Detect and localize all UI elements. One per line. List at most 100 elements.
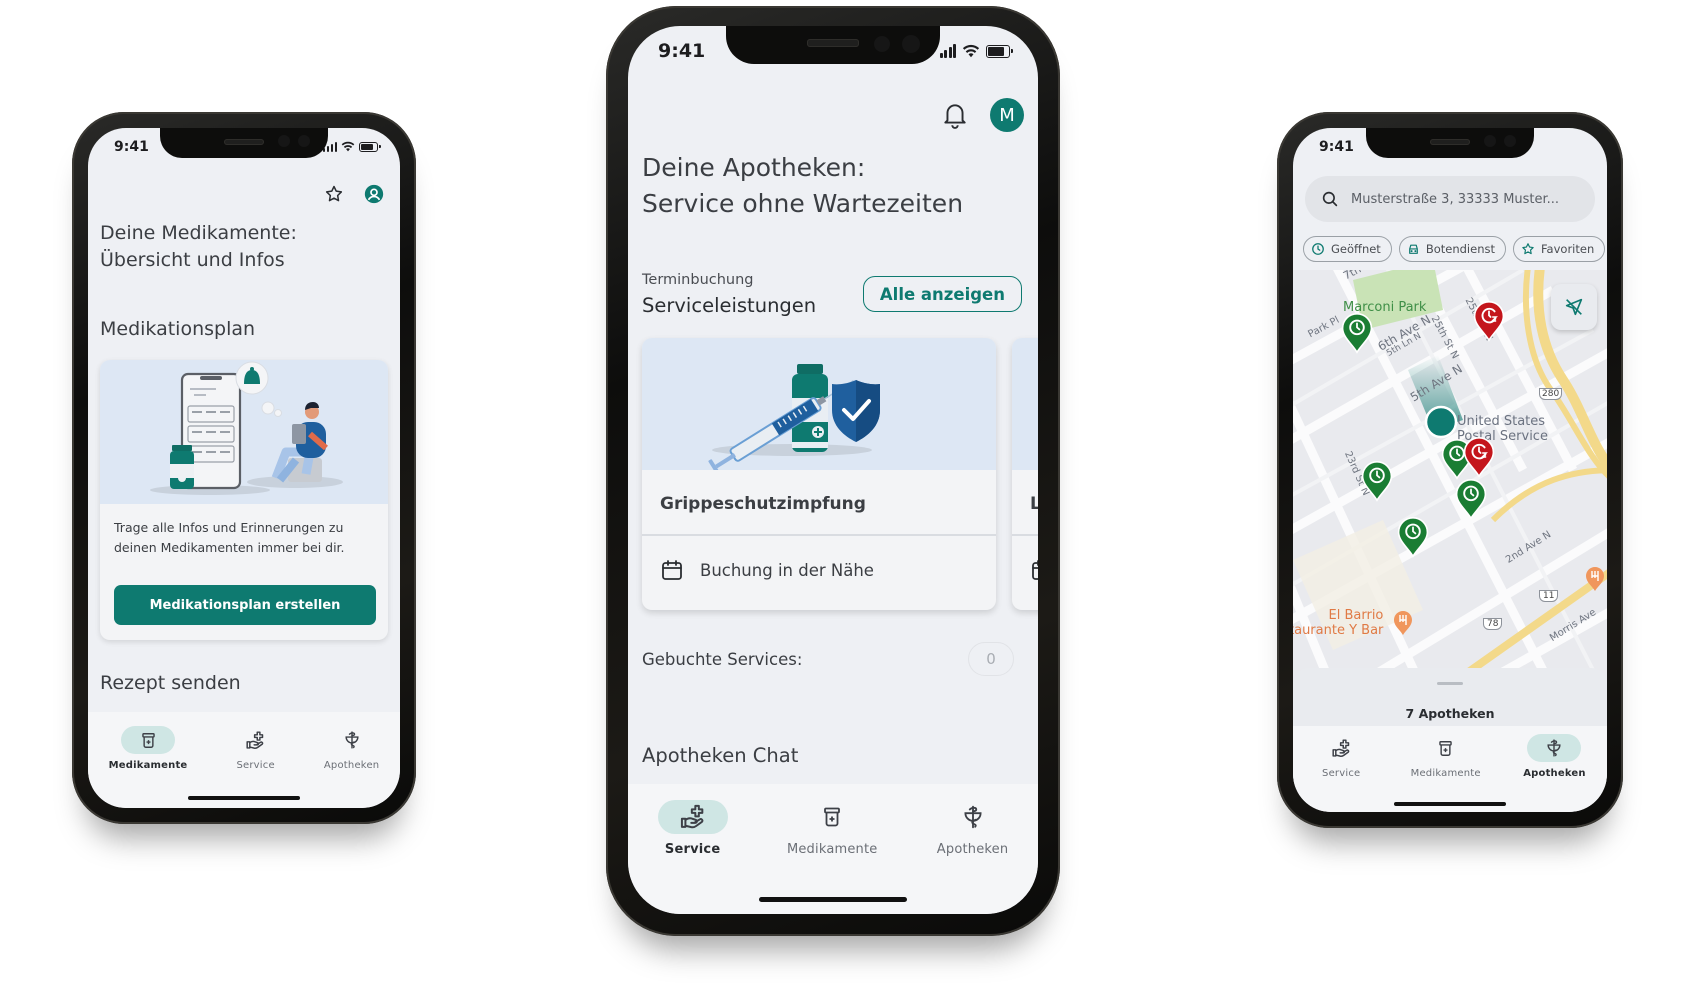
star-icon bbox=[1521, 242, 1535, 256]
bell-icon[interactable] bbox=[942, 101, 968, 129]
profile-icon[interactable] bbox=[364, 184, 384, 204]
service-illustration bbox=[1012, 338, 1038, 470]
service-card[interactable]: Grippeschutzimpfung Buchung in der Nähe bbox=[642, 338, 996, 610]
avatar[interactable]: M bbox=[990, 98, 1024, 132]
medikationsplan-description: Trage alle Infos und Erinnerungen zu dei… bbox=[114, 520, 345, 555]
location-off-icon bbox=[1565, 298, 1583, 316]
caduceus-icon bbox=[1544, 738, 1564, 758]
star-icon[interactable] bbox=[324, 184, 344, 204]
section-title-rezept-senden: Rezept senden bbox=[100, 672, 241, 694]
chip-label: Favoriten bbox=[1541, 242, 1595, 256]
home-indicator[interactable] bbox=[1394, 802, 1506, 806]
caduceus-icon bbox=[342, 730, 362, 750]
page-title: Deine Apotheken: Service ohne Wartezeite… bbox=[642, 150, 963, 222]
medicine-jar-icon bbox=[820, 805, 844, 829]
page-title-line2: Übersicht und Infos bbox=[100, 249, 285, 271]
filter-chip-botendienst[interactable]: Botendienst bbox=[1398, 236, 1506, 262]
filter-chip-favoriten[interactable]: Favoriten bbox=[1513, 236, 1606, 262]
bottom-nav: Service Medikamente Apotheken bbox=[628, 784, 1038, 914]
current-location-marker bbox=[1424, 405, 1458, 439]
nav-item-medikamente[interactable]: Medikamente bbox=[109, 726, 188, 808]
nav-label: Apotheken bbox=[936, 842, 1009, 857]
create-medikationsplan-button[interactable]: Medikationsplan erstellen bbox=[114, 585, 376, 625]
section-kicker: Terminbuchung bbox=[642, 272, 754, 288]
service-hand-icon bbox=[679, 803, 707, 831]
results-count: 7 Apotheken bbox=[1405, 706, 1495, 721]
delivery-car-icon bbox=[1407, 243, 1420, 256]
divider bbox=[1012, 534, 1038, 536]
phone-medication-plan-illustration bbox=[100, 360, 388, 504]
home-indicator[interactable] bbox=[188, 796, 300, 800]
service-name: L bbox=[1030, 494, 1038, 514]
phone-apotheken: 9:41 Musterstraße 3, 33333 Muster... Geö… bbox=[1277, 112, 1623, 828]
nav-label: Service bbox=[236, 760, 275, 771]
pharmacy-map[interactable]: Marconi Park 7th Park Pl 6th Ave N 5th L… bbox=[1293, 270, 1607, 682]
pharmacy-pin-closed[interactable] bbox=[1463, 436, 1495, 478]
nav-item-apotheken[interactable]: Apotheken bbox=[937, 800, 1009, 914]
screen-apotheken: 9:41 Musterstraße 3, 33333 Muster... Geö… bbox=[1293, 128, 1607, 812]
notch bbox=[1366, 128, 1534, 158]
notch bbox=[160, 128, 328, 158]
bottom-nav: Medikamente Service Apotheken bbox=[88, 712, 400, 808]
signal-icon bbox=[939, 44, 956, 58]
chip-label: Geöffnet bbox=[1331, 242, 1381, 256]
battery-icon bbox=[986, 44, 1013, 58]
page-title: Deine Medikamente: Übersicht und Infos bbox=[100, 220, 297, 274]
pharmacy-pin-open[interactable] bbox=[1341, 312, 1373, 354]
poi-line: El Barrio bbox=[1328, 608, 1384, 623]
battery-icon bbox=[359, 141, 381, 152]
service-card-next[interactable]: L bbox=[1012, 338, 1038, 610]
notch bbox=[726, 26, 940, 64]
nav-label: Apotheken bbox=[1523, 768, 1586, 779]
filter-chip-geoeffnet[interactable]: Geöffnet bbox=[1303, 236, 1392, 262]
pharmacy-pin-open[interactable] bbox=[1361, 460, 1393, 502]
nav-item-medikamente[interactable]: Medikamente bbox=[1411, 734, 1481, 812]
poi-line: United States bbox=[1457, 414, 1546, 429]
phone-service: 9:41 M Deine Apotheken: Service ohne War… bbox=[606, 6, 1060, 936]
restaurant-icon bbox=[1586, 567, 1604, 591]
screen-service: 9:41 M Deine Apotheken: Service ohne War… bbox=[628, 26, 1038, 914]
nav-item-apotheken[interactable]: Apotheken bbox=[324, 726, 379, 808]
nav-item-service[interactable]: Service bbox=[657, 800, 728, 914]
pharmacy-pin-closed[interactable] bbox=[1473, 300, 1505, 342]
medicine-jar-icon bbox=[139, 731, 158, 750]
locate-me-button[interactable] bbox=[1551, 284, 1597, 330]
divider bbox=[642, 534, 996, 536]
booked-services-label: Gebuchte Services: bbox=[642, 650, 803, 669]
wifi-icon bbox=[341, 141, 355, 152]
service-hand-icon bbox=[1331, 738, 1352, 759]
phone-medikamente: 9:41 Deine Medikamente: Übersicht und In… bbox=[72, 112, 416, 824]
calendar-icon bbox=[662, 560, 682, 580]
booked-services-count: 0 bbox=[968, 642, 1014, 676]
nav-label: Service bbox=[1322, 768, 1361, 779]
wifi-icon bbox=[962, 44, 980, 58]
nav-item-apotheken[interactable]: Apotheken bbox=[1523, 734, 1586, 812]
caduceus-icon bbox=[960, 804, 986, 830]
highway-shield: 280 bbox=[1539, 388, 1563, 400]
section-title-apotheken-chat: Apotheken Chat bbox=[642, 744, 799, 767]
sheet-drag-handle[interactable] bbox=[1437, 682, 1463, 685]
highway-shield: 11 bbox=[1539, 590, 1559, 602]
bottom-nav: Service Medikamente Apotheken bbox=[1293, 726, 1607, 812]
address-search-input[interactable]: Musterstraße 3, 33333 Muster... bbox=[1305, 176, 1595, 222]
filter-chips: Geöffnet Botendienst Favoriten bbox=[1303, 236, 1606, 262]
map-label-poi: El Barrio taurante Y Bar bbox=[1293, 608, 1383, 638]
page-title-line1: Deine Apotheken: bbox=[642, 153, 866, 182]
pharmacy-pin-open[interactable] bbox=[1397, 516, 1429, 558]
restaurant-icon bbox=[1394, 611, 1412, 635]
medicine-jar-icon bbox=[1436, 739, 1455, 758]
section-title-serviceleistungen: Serviceleistungen bbox=[642, 294, 817, 317]
clock-icon bbox=[1311, 242, 1325, 256]
poi-line: taurante Y Bar bbox=[1293, 623, 1384, 638]
status-icons bbox=[322, 141, 381, 152]
page-title-line2: Service ohne Wartezeiten bbox=[642, 189, 964, 218]
home-indicator[interactable] bbox=[759, 897, 907, 902]
show-all-button[interactable]: Alle anzeigen bbox=[862, 276, 1022, 312]
status-time: 9:41 bbox=[658, 40, 706, 62]
service-hand-icon bbox=[245, 730, 266, 751]
nav-label: Medikamente bbox=[786, 842, 878, 857]
pharmacy-pin-open[interactable] bbox=[1455, 478, 1487, 520]
nav-label: Medikamente bbox=[1410, 768, 1481, 779]
service-meta: Buchung in der Nähe bbox=[700, 560, 874, 580]
nav-item-service[interactable]: Service bbox=[1314, 734, 1368, 812]
